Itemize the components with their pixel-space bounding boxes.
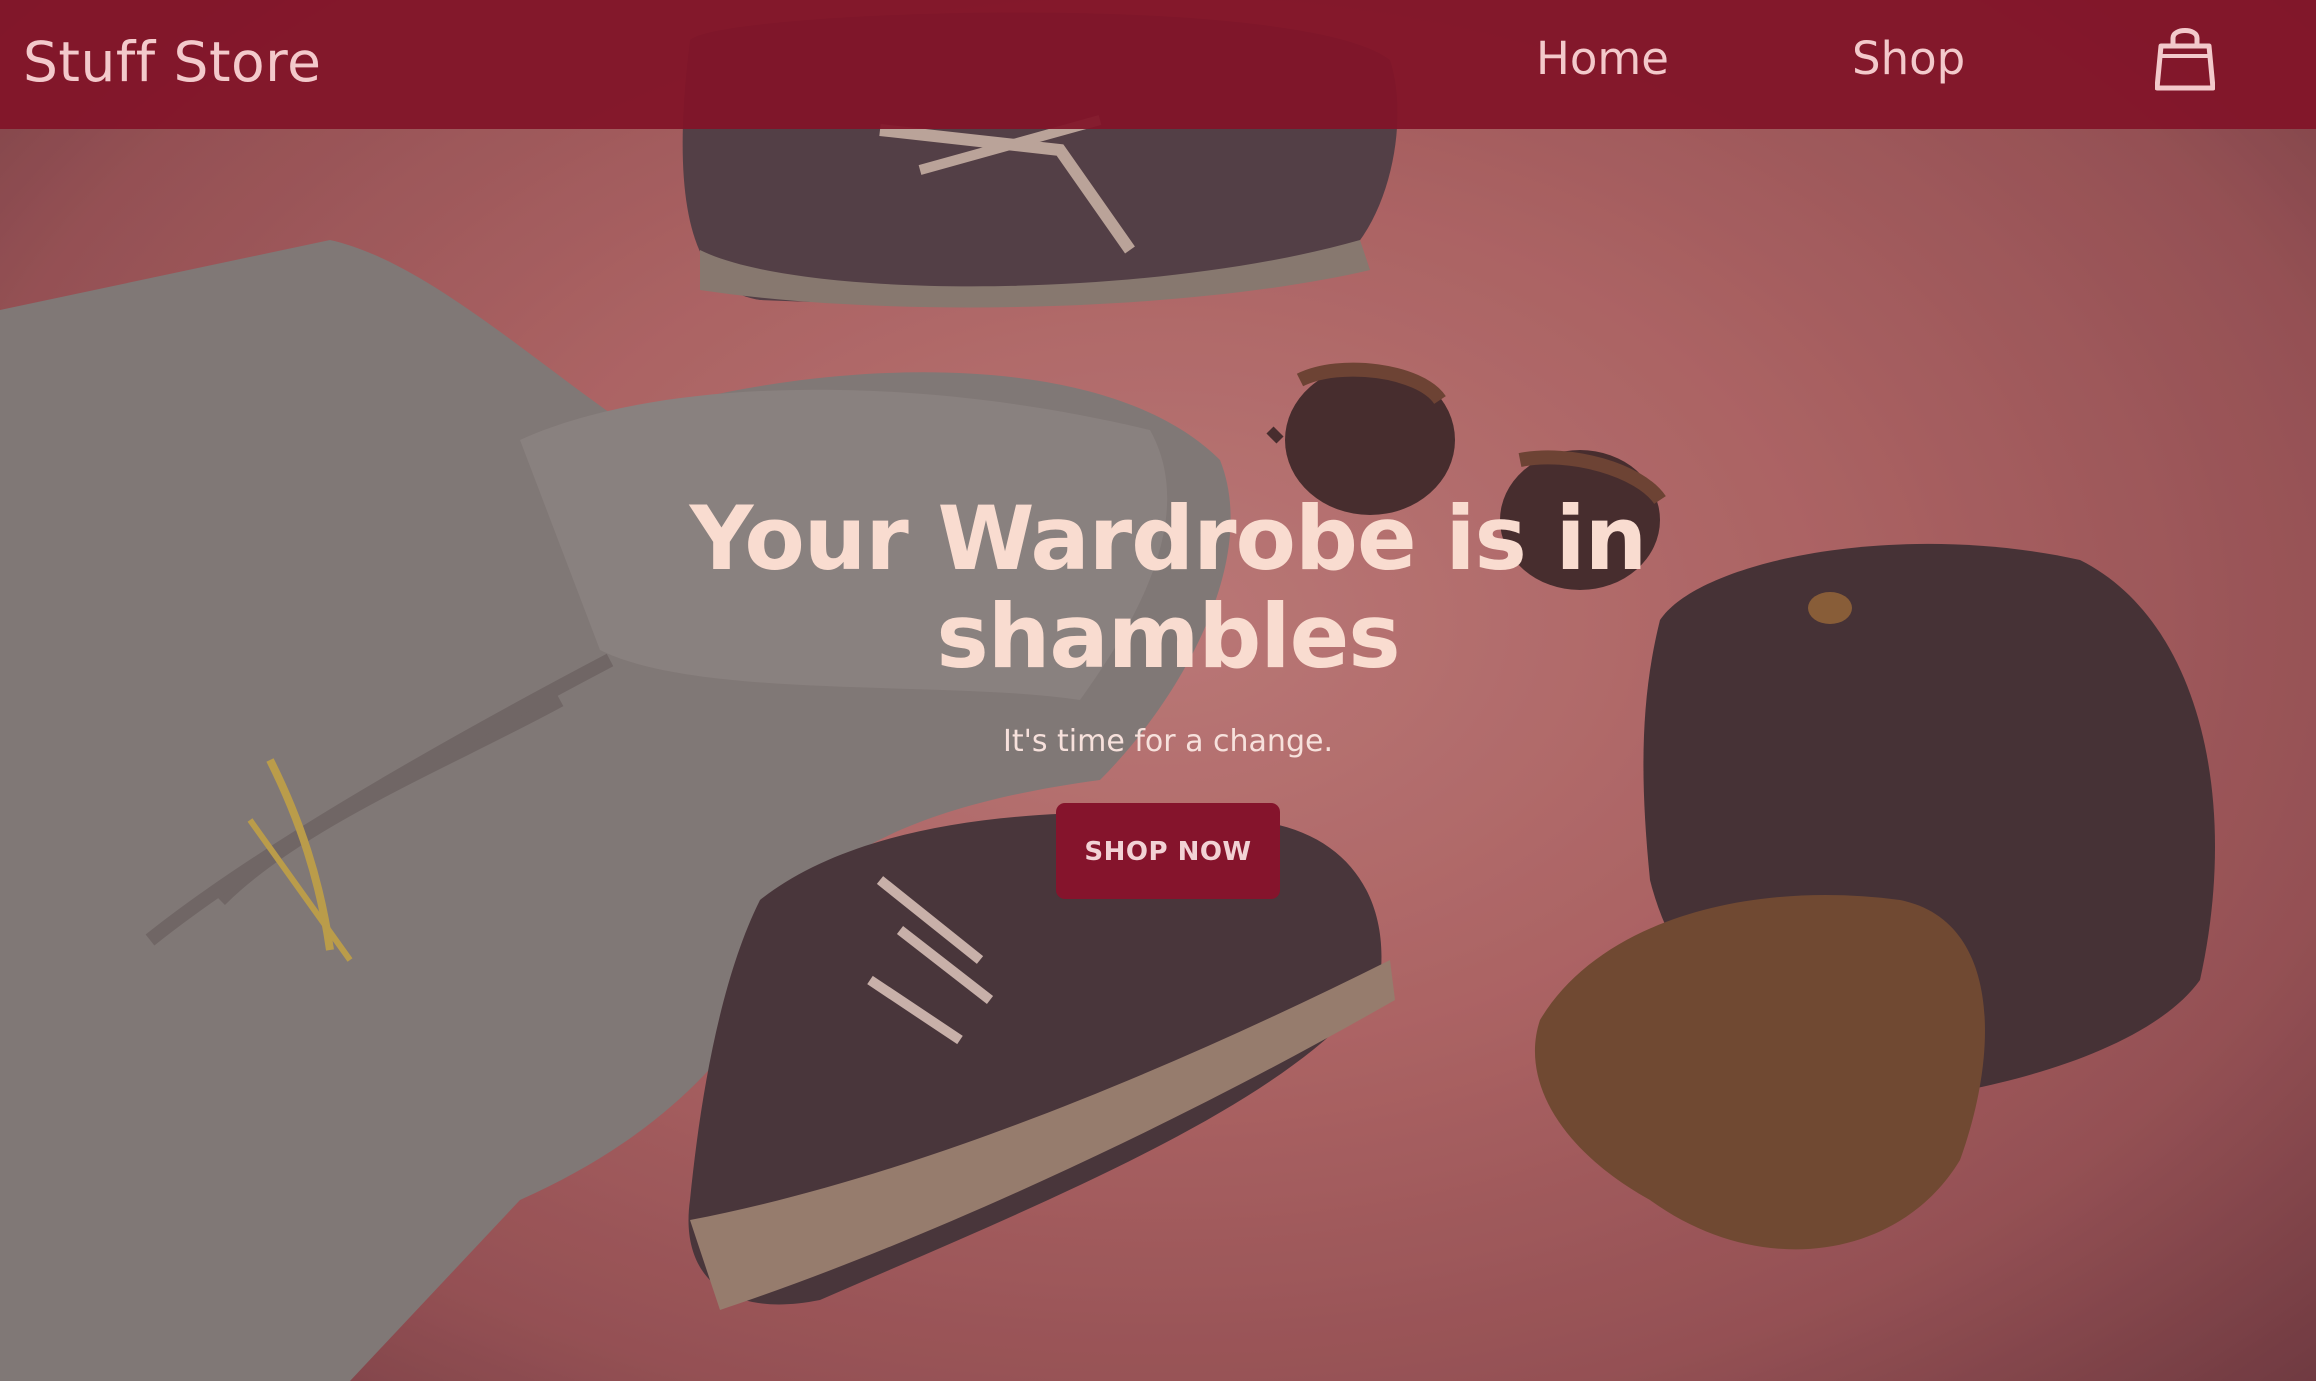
navbar: Stuff Store Home Shop: [0, 0, 2316, 129]
nav-link-home[interactable]: Home: [1536, 32, 1669, 85]
nav-link-shop[interactable]: Shop: [1852, 32, 1965, 85]
hero-title: Your Wardrobe is in shambles: [689, 487, 1648, 688]
page: Stuff Store Home Shop Your Wardrobe is i…: [0, 0, 2316, 1381]
hero-subtitle: It's time for a change.: [1003, 724, 1333, 759]
hero-content: Your Wardrobe is in shambles It's time f…: [558, 490, 1778, 899]
brand-logo-link[interactable]: Stuff Store: [23, 30, 321, 94]
shop-now-button[interactable]: SHOP NOW: [1056, 803, 1280, 899]
shopping-bag-icon[interactable]: [2154, 24, 2216, 94]
